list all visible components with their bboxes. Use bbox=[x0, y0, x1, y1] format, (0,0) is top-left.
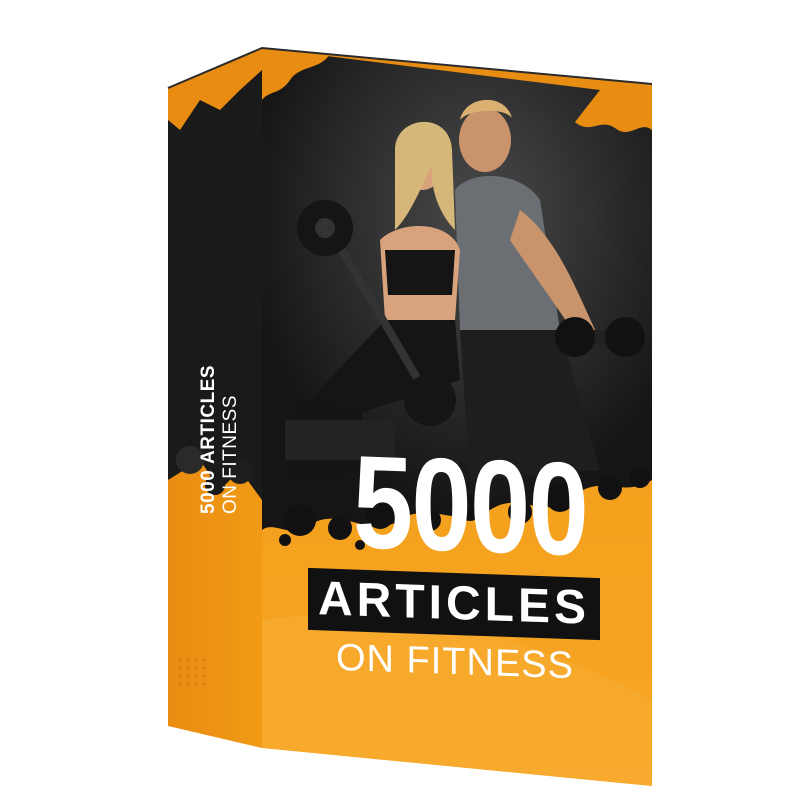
spine-title: 5000 ARTICLES ON FITNESS bbox=[198, 365, 242, 514]
front-articles-label: ARTICLES bbox=[318, 572, 590, 635]
front-count: 5000 bbox=[352, 427, 588, 584]
product-box-scene: 5000 ARTICLES ON FITNESS 5000 ARTICLES O… bbox=[0, 0, 800, 800]
spine-count: 5000 bbox=[198, 469, 219, 514]
spine-subtitle: ON FITNESS bbox=[220, 394, 241, 514]
spine-articles: ARTICLES bbox=[198, 364, 219, 464]
